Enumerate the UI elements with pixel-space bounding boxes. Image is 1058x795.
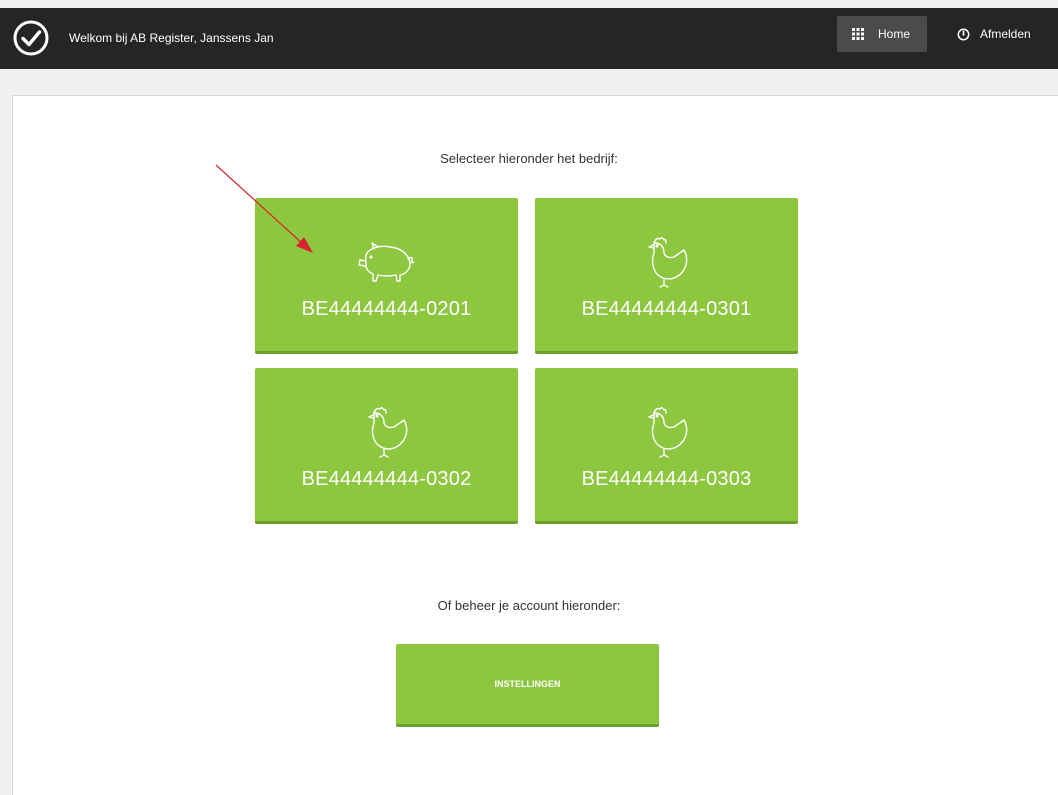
pig-icon	[358, 242, 415, 282]
checkmark-logo-icon[interactable]	[11, 18, 51, 58]
home-label: Home	[878, 27, 911, 41]
company-tile-0303[interactable]: BE44444444-0303	[535, 368, 798, 524]
company-code: BE44444444-0201	[301, 298, 472, 320]
company-code: BE44444444-0302	[301, 468, 472, 490]
chicken-icon	[648, 237, 688, 288]
company-tile-0201[interactable]: BE44444444-0201	[255, 198, 518, 354]
home-button[interactable]: Home	[837, 16, 927, 52]
settings-button[interactable]: INSTELLINGEN	[396, 644, 659, 727]
select-company-heading: Selecteer hieronder het bedrijf:	[440, 151, 618, 166]
power-icon	[957, 28, 970, 40]
company-code: BE44444444-0303	[581, 468, 752, 490]
chicken-icon	[368, 407, 408, 458]
logout-label: Afmelden	[980, 27, 1031, 41]
top-navigation-bar: Welkom bij AB Register, Janssens Jan Hom…	[0, 8, 1058, 69]
company-code: BE44444444-0301	[581, 298, 752, 320]
welcome-message: Welkom bij AB Register, Janssens Jan	[69, 31, 274, 45]
chicken-icon	[648, 407, 688, 458]
logout-link[interactable]: Afmelden	[957, 26, 1031, 42]
account-heading: Of beheer je account hieronder:	[437, 598, 621, 613]
grid-icon	[852, 28, 864, 40]
company-tile-0302[interactable]: BE44444444-0302	[255, 368, 518, 524]
company-tile-0301[interactable]: BE44444444-0301	[535, 198, 798, 354]
